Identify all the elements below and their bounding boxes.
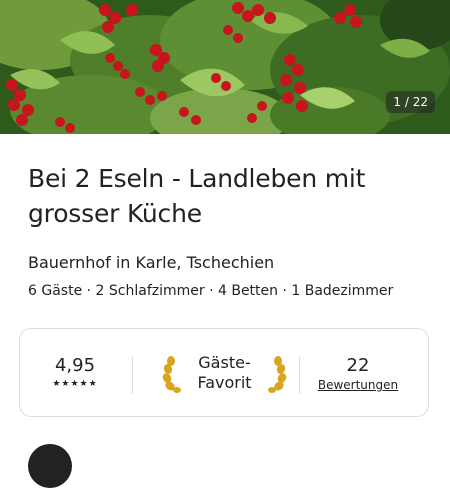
listing-details: Bei 2 Eseln - Landleben mit grosser Küch… [0,134,450,488]
guest-favorite-line1: Gäste- [198,353,251,372]
listing-capacity: 6 Gäste · 2 Schlafzimmer · 4 Betten · 1 … [28,283,394,299]
guest-favorite-label: Gäste- Favorit [185,353,264,393]
listing-photo[interactable]: 1 / 22 [0,0,450,134]
listing-title: Bei 2 Eseln - Landleben mit grosser Küch… [28,164,366,228]
reviews-block[interactable]: 22 Bewertungen [312,355,404,393]
divider [299,356,300,394]
listing-subtitle: Bauernhof in Karle, Tschechien [28,253,275,272]
rating-block: 4,95 ★★★★★ [42,355,108,390]
guest-favorite-line2: Favorit [197,373,252,392]
stats-card[interactable]: 4,95 ★★★★★ Gäste- Favorit 22 Bewertungen [19,328,429,417]
guest-favorite-badge: Gäste- Favorit [161,351,288,397]
host-avatar[interactable] [28,444,72,488]
rating-value: 4,95 [54,355,96,376]
review-count: 22 [346,355,370,376]
red-currant-bush-photo [0,0,450,134]
laurel-left-icon [162,356,181,393]
laurel-right-icon [268,356,287,393]
star-rating-icon: ★★★★★ [52,379,98,389]
reviews-link[interactable]: Bewertungen [312,377,404,393]
divider [132,356,133,394]
photo-counter: 1 / 22 [386,91,435,113]
